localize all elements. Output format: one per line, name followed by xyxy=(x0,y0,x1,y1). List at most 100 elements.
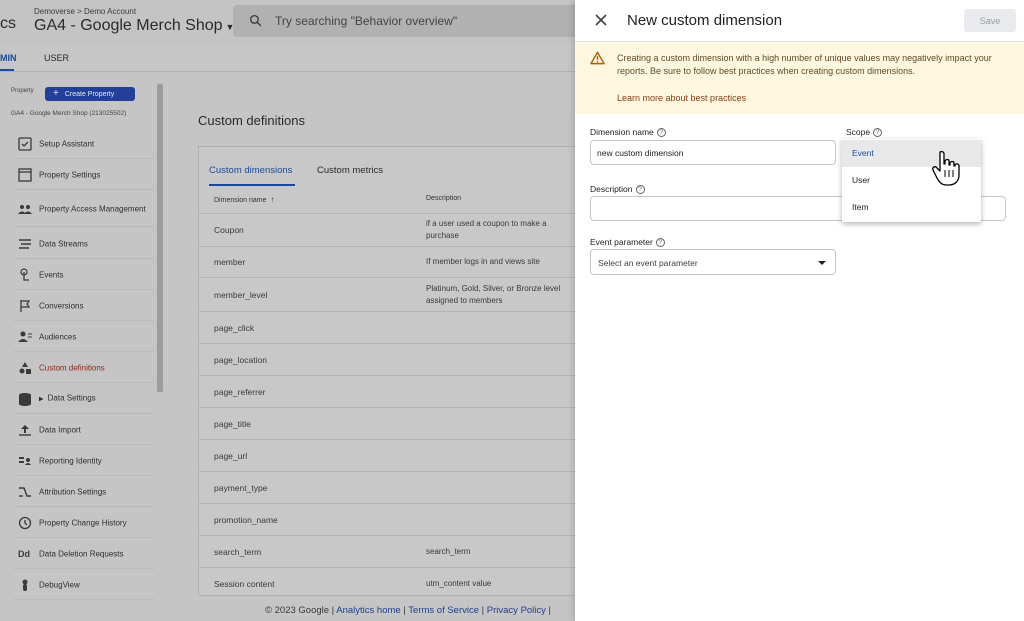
dimension-name-field[interactable] xyxy=(590,140,836,165)
column-header-description: Description xyxy=(426,195,462,202)
expand-arrow-icon: ▶ xyxy=(39,396,44,402)
sidebar-item-audiences[interactable]: Audiences xyxy=(14,322,154,352)
sort-arrow-icon: ↑ xyxy=(270,195,275,204)
help-icon[interactable]: ? xyxy=(656,128,666,138)
identity-icon xyxy=(19,456,31,465)
tab-admin[interactable]: MIN xyxy=(0,53,17,63)
scope-label: Scope? xyxy=(846,127,883,138)
save-button[interactable]: Save xyxy=(964,9,1016,32)
help-icon[interactable]: ? xyxy=(655,238,665,248)
sidebar-item-reporting-identity[interactable]: Reporting Identity xyxy=(14,446,154,476)
sidebar-item-data-import[interactable]: Data Import xyxy=(14,415,154,445)
sidebar-item-events[interactable]: Events xyxy=(14,260,154,290)
scope-option-item[interactable]: Item xyxy=(842,194,981,221)
property-selector[interactable]: GA4 - Google Merch Shop ▼ xyxy=(34,17,234,35)
table-row[interactable]: page_click xyxy=(199,311,577,343)
sidebar-item-debugview[interactable]: DebugView xyxy=(14,570,154,600)
terms-of-service-link[interactable]: Terms of Service xyxy=(408,605,479,616)
sidebar-item-label: Audiences xyxy=(39,332,77,341)
table-row[interactable]: page_referrer xyxy=(199,375,577,407)
sidebar-item-label: Custom definitions xyxy=(39,363,105,372)
table-row[interactable]: search_term search_term xyxy=(199,535,577,567)
dd-icon: Dd xyxy=(18,548,30,559)
upload-icon xyxy=(19,424,31,436)
sidebar-item-label: Attribution Settings xyxy=(39,487,107,496)
table-row[interactable]: page_location xyxy=(199,343,577,375)
sidebar-item-data-deletion-requests[interactable]: Dd Data Deletion Requests xyxy=(14,539,154,569)
search-placeholder: Try searching "Behavior overview" xyxy=(275,14,458,28)
touch-icon xyxy=(20,267,29,281)
create-property-button[interactable]: + Create Property xyxy=(45,87,135,101)
dimension-name-cell: Coupon xyxy=(214,225,244,235)
audience-icon xyxy=(18,331,32,342)
table-row[interactable]: page_url xyxy=(199,439,577,471)
privacy-policy-link[interactable]: Privacy Policy xyxy=(487,605,546,616)
sidebar-item-label: Setup Assistant xyxy=(39,139,95,148)
page-footer: © 2023 Google | Analytics home | Terms o… xyxy=(265,605,551,616)
sidebar-item-data-settings[interactable]: ▶ Data Settings xyxy=(14,384,154,414)
sidebar-item-custom-definitions[interactable]: Custom definitions xyxy=(14,353,154,383)
tab-custom-metrics[interactable]: Custom metrics xyxy=(317,165,383,176)
sidebar-item-conversions[interactable]: Conversions xyxy=(14,291,154,321)
property-id-text: GA4 - Google Merch Shop (213025502) xyxy=(11,110,127,117)
table-row[interactable]: Coupon if a user used a coupon to make a … xyxy=(199,213,577,246)
admin-sidebar: Property + Create Property GA4 - Google M… xyxy=(0,84,165,604)
sidebar-item-data-streams[interactable]: Data Streams xyxy=(14,229,154,259)
sidebar-scrollbar[interactable] xyxy=(157,84,163,392)
sidebar-item-label: Data Streams xyxy=(39,239,88,248)
sidebar-item-label: Property Access Management xyxy=(39,204,146,213)
table-row[interactable]: member_level Platinum, Gold, Silver, or B… xyxy=(199,277,577,311)
sidebar-item-label: Property Change History xyxy=(39,518,127,527)
event-parameter-label: Event parameter? xyxy=(590,237,665,248)
search-bar[interactable]: Try searching "Behavior overview" xyxy=(233,5,593,37)
table-row[interactable]: member If member logs in and views site xyxy=(199,246,577,277)
sidebar-item-property-access-management[interactable]: Property Access Management xyxy=(14,191,154,227)
sidebar-item-label: Data Deletion Requests xyxy=(39,549,124,558)
people-icon xyxy=(18,204,32,214)
scope-label-text: Scope xyxy=(846,127,871,137)
dimension-name-cell: page_referrer xyxy=(214,386,266,397)
new-custom-dimension-panel: New custom dimension Save Creating a cus… xyxy=(575,0,1024,621)
close-icon[interactable] xyxy=(593,12,609,28)
dimension-name-cell: page_title xyxy=(214,418,251,429)
analytics-home-link[interactable]: Analytics home xyxy=(336,605,400,616)
column-header-label: Dimension name xyxy=(214,197,267,204)
description-cell: If member logs in and views site xyxy=(426,257,540,266)
sidebar-item-label: DebugView xyxy=(39,580,80,589)
tab-custom-dimensions[interactable]: Custom dimensions xyxy=(209,165,292,176)
description-label-text: Description xyxy=(590,184,633,194)
best-practices-link[interactable]: Learn more about best practices xyxy=(617,93,746,103)
checklist-icon xyxy=(18,136,32,151)
dropdown-arrow-icon xyxy=(818,261,826,265)
warning-icon xyxy=(590,51,605,65)
sidebar-item-setup-assistant[interactable]: Setup Assistant xyxy=(14,129,154,159)
hand-cursor-icon xyxy=(932,150,960,186)
footer-separator: | xyxy=(479,605,487,616)
description-cell: utm_content value xyxy=(426,578,492,588)
search-icon xyxy=(249,14,262,27)
dimension-name-label-text: Dimension name xyxy=(590,127,654,137)
table-row[interactable]: Session content utm_content value xyxy=(199,567,577,595)
warning-text: Creating a custom dimension with a high … xyxy=(617,53,992,76)
sidebar-item-property-change-history[interactable]: Property Change History xyxy=(14,508,154,538)
table-row[interactable]: promotion_name xyxy=(199,503,577,535)
property-label: Property xyxy=(11,88,34,94)
table-row[interactable]: payment_type xyxy=(199,471,577,503)
copyright-text: © 2023 Google | xyxy=(265,605,337,616)
table-row[interactable]: page_title xyxy=(199,407,577,439)
help-icon[interactable]: ? xyxy=(873,128,883,138)
sidebar-item-property-settings[interactable]: Property Settings xyxy=(14,160,154,190)
column-header-dimension-name[interactable]: Dimension name ↑ xyxy=(214,195,275,204)
help-icon[interactable]: ? xyxy=(635,185,645,195)
event-parameter-select[interactable]: Select an event parameter xyxy=(590,249,836,275)
sidebar-item-text: Data Settings xyxy=(47,393,96,402)
plus-icon: + xyxy=(53,88,59,99)
tab-user[interactable]: USER xyxy=(44,53,69,63)
active-tab-indicator xyxy=(209,184,295,186)
sidebar-item-label: Data Import xyxy=(39,425,81,434)
dimension-name-cell: promotion_name xyxy=(214,514,278,525)
sidebar-item-attribution-settings[interactable]: Attribution Settings xyxy=(14,477,154,507)
dimension-name-cell: search_term xyxy=(214,546,262,557)
sidebar-item-label: Events xyxy=(39,270,64,279)
breadcrumb[interactable]: Demoverse > Demo Account xyxy=(34,7,136,16)
